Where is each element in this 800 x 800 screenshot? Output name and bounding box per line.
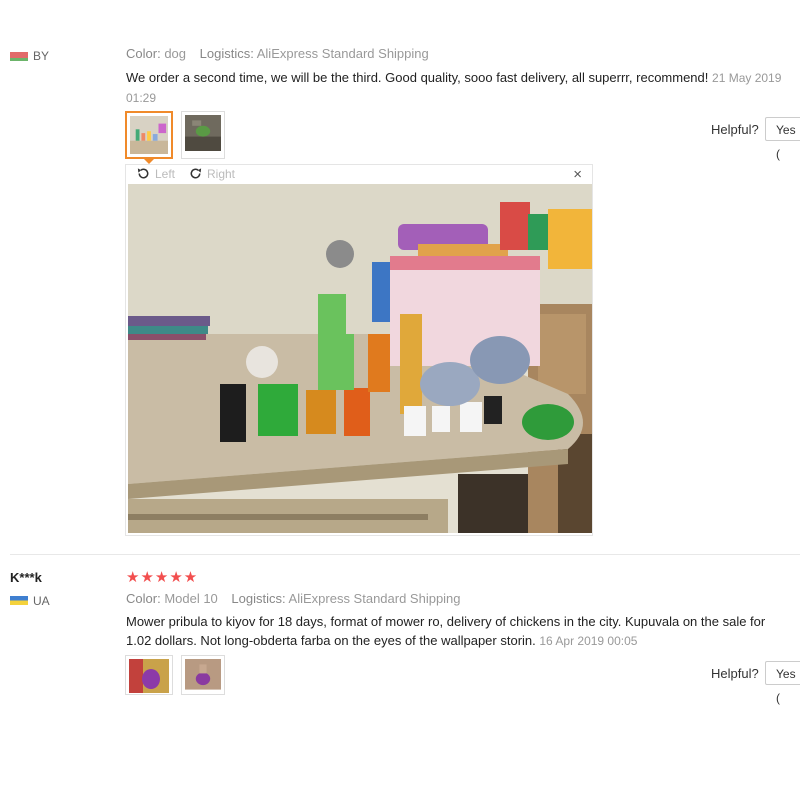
review1-helpful-label: Helpful? [711,122,759,137]
color-label: Color: [126,591,161,606]
color-label: Color: [126,46,161,61]
review2-helpful-label: Helpful? [711,666,759,681]
review2-body: Mower pribula to kiyov for 18 days, form… [126,612,790,651]
review1-country: BY [33,49,50,63]
rotate-right-button[interactable]: Right [188,166,235,181]
logistics-value: AliExpress Standard Shipping [256,46,429,61]
rotate-left-button[interactable]: Left [136,166,175,181]
review1-thumb-2[interactable] [181,111,225,159]
flag-by-icon [10,52,28,61]
review2-date: 16 Apr 2019 00:05 [539,634,638,648]
review1-yes-button[interactable]: Yes ( [765,117,800,161]
close-viewer-button[interactable]: × [573,166,582,183]
toy-animals-photo-icon [130,116,168,154]
review2-thumb-2[interactable] [181,655,225,695]
flag-ua-icon [10,596,28,605]
review2-star-rating: ★★★★★ [126,569,199,586]
logistics-value: AliExpress Standard Shipping [288,591,461,606]
rotate-right-label: Right [207,166,236,181]
review2-thumb-1[interactable] [125,655,173,695]
review-photo-toy-animals [128,184,592,533]
rotate-right-icon [190,168,202,179]
logistics-label: Logistics: [231,591,286,606]
image-viewer: Left Right × [125,164,593,536]
color-value: Model 10 [164,591,218,606]
review2-meta: Color: Model 10 Logistics: AliExpress St… [126,591,461,606]
review1-text: We order a second time, we will be the t… [126,70,709,85]
review2-country: UA [33,594,50,608]
toy-photo-icon [185,659,221,690]
color-value: dog [164,46,187,61]
review1-meta: Color: dog Logistics: AliExpress Standar… [126,46,429,61]
rotate-left-icon [137,168,149,179]
review2-username: K***k [10,570,42,585]
toy-photo-icon [185,115,221,151]
review2-yes-button[interactable]: Yes ( [765,661,800,705]
review2-text: Mower pribula to kiyov for 18 days, form… [126,614,766,648]
toy-photo-icon [129,659,169,693]
review-divider [10,554,800,555]
rotate-left-label: Left [155,166,176,181]
viewer-toolbar: Left Right × [126,165,592,185]
logistics-label: Logistics: [199,46,254,61]
review1-body: We order a second time, we will be the t… [126,68,786,108]
review1-thumb-1[interactable] [125,111,173,159]
